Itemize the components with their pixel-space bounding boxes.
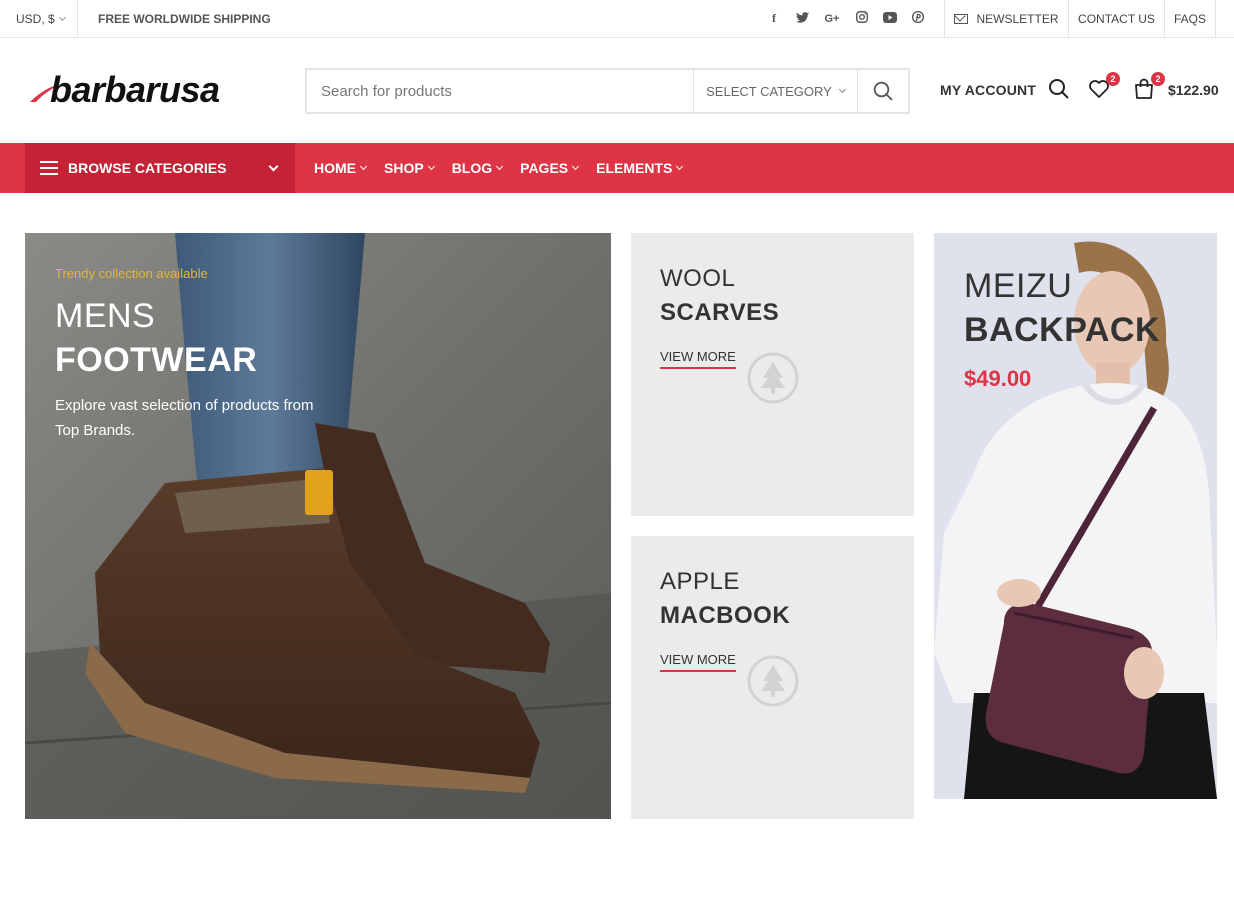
banner-title-light: MEIZU <box>964 267 1073 305</box>
shipping-notice: FREE WORLDWIDE SHIPPING <box>98 11 271 26</box>
nav-item-home[interactable]: HOME <box>314 160 368 176</box>
contact-link[interactable]: CONTACT US <box>1068 0 1164 37</box>
banner-title-light: WOOL <box>660 265 736 292</box>
youtube-icon[interactable] <box>882 11 898 26</box>
meizu-backpack-banner[interactable]: MEIZU BACKPACK $49.00 <box>934 233 1217 799</box>
image-placeholder-icon <box>747 655 799 707</box>
banner-title-bold: SCARVES <box>660 299 780 326</box>
site-logo[interactable]: barbarusa <box>30 70 275 110</box>
chevron-down-icon <box>58 13 66 21</box>
cart-button[interactable]: 2 <box>1133 72 1165 102</box>
currency-label: USD, $ <box>16 11 55 26</box>
chevron-down-icon <box>676 162 684 171</box>
banner-title-light: MENS <box>55 297 156 335</box>
banner-title-bold: FOOTWEAR <box>55 341 258 379</box>
my-account-link[interactable]: MY ACCOUNT <box>940 82 1036 98</box>
nav-item-pages[interactable]: PAGES <box>520 160 580 176</box>
chevron-down-icon <box>359 162 368 171</box>
banner-title-light: APPLE <box>660 568 740 595</box>
newsletter-label: NEWSLETTER <box>976 11 1059 26</box>
category-select-label: SELECT CATEGORY <box>706 83 832 99</box>
newsletter-link[interactable]: NEWSLETTER <box>944 0 1068 37</box>
facebook-icon[interactable]: f <box>766 11 782 26</box>
cart-count-badge: 2 <box>1151 72 1165 86</box>
search-icon <box>1049 79 1069 99</box>
logo-text: barbarusa <box>50 69 220 110</box>
category-select[interactable]: SELECT CATEGORY <box>693 70 857 112</box>
browse-categories-label: BROWSE CATEGORIES <box>68 160 227 176</box>
social-links: f G+ <box>766 0 926 37</box>
search-button[interactable] <box>857 70 908 112</box>
hamburger-icon <box>40 161 58 175</box>
search-input[interactable] <box>307 70 693 112</box>
main-navigation: BROWSE CATEGORIES HOME SHOP BLOG PAGES E… <box>0 143 1234 193</box>
envelope-icon <box>954 13 969 24</box>
nav-item-label: PAGES <box>520 160 569 176</box>
mens-footwear-banner[interactable]: Trendy collection available MENS FOOTWEA… <box>25 233 611 819</box>
chevron-down-icon <box>268 161 279 172</box>
header-search-button[interactable] <box>1048 78 1072 102</box>
view-more-link[interactable]: VIEW MORE <box>660 349 736 369</box>
wishlist-count-badge: 2 <box>1106 72 1120 86</box>
currency-selector[interactable]: USD, $ <box>0 0 78 37</box>
banner-price: $49.00 <box>964 366 1032 391</box>
browse-categories-button[interactable]: BROWSE CATEGORIES <box>25 143 295 193</box>
chevron-down-icon <box>427 162 435 171</box>
chevron-down-icon <box>496 162 504 171</box>
twitter-icon[interactable] <box>794 11 810 26</box>
nav-item-label: BLOG <box>451 160 493 176</box>
search-icon <box>873 81 893 101</box>
nav-item-label: HOME <box>314 160 356 176</box>
chevron-down-icon <box>838 85 846 94</box>
apple-macbook-banner[interactable]: APPLE MACBOOK VIEW MORE <box>631 536 914 819</box>
menu-items: HOME SHOP BLOG PAGES ELEMENTS <box>314 143 684 193</box>
search-bar: SELECT CATEGORY <box>305 68 910 114</box>
nav-item-label: SHOP <box>384 160 424 176</box>
banner-title-bold: BACKPACK <box>964 311 1161 349</box>
top-bar: USD, $ FREE WORLDWIDE SHIPPING f G+ NEWS… <box>0 0 1234 38</box>
google-plus-icon[interactable]: G+ <box>822 13 842 25</box>
banner-kicker: Trendy collection available <box>55 266 208 281</box>
wishlist-button[interactable]: 2 <box>1088 72 1120 102</box>
view-more-link[interactable]: VIEW MORE <box>660 652 736 672</box>
nav-item-blog[interactable]: BLOG <box>451 160 504 176</box>
image-placeholder-icon <box>747 352 799 404</box>
instagram-icon[interactable] <box>854 11 870 26</box>
chevron-down-icon <box>572 162 580 171</box>
cart-total[interactable]: $122.90 <box>1168 82 1219 98</box>
nav-item-elements[interactable]: ELEMENTS <box>596 160 684 176</box>
faqs-link[interactable]: FAQS <box>1164 0 1216 37</box>
nav-item-shop[interactable]: SHOP <box>384 160 435 176</box>
banner-description: Explore vast selection of products from … <box>55 397 314 439</box>
pinterest-icon[interactable] <box>910 10 926 26</box>
banner-title-bold: MACBOOK <box>660 602 791 629</box>
wool-scarves-banner[interactable]: WOOL SCARVES VIEW MORE <box>631 233 914 516</box>
nav-item-label: ELEMENTS <box>596 160 673 176</box>
